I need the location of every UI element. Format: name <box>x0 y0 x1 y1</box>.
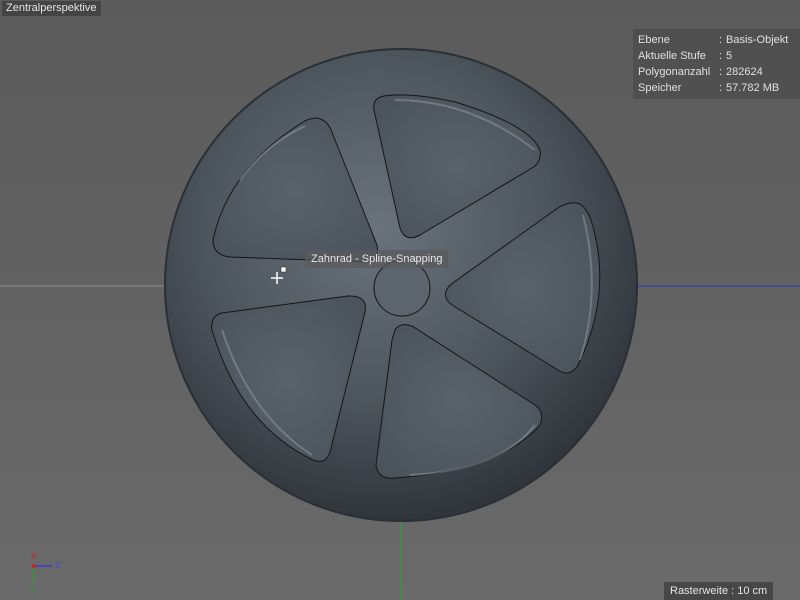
axis-gizmo <box>32 564 52 583</box>
hud-key: Polygonanzahl <box>638 66 711 78</box>
hud-separator: : <box>719 50 723 62</box>
hud-separator: : <box>719 82 723 94</box>
wheel-hub <box>373 259 431 317</box>
hud-separator: : <box>719 66 723 78</box>
hud-value: Basis-Objekt <box>726 34 789 46</box>
viewport[interactable]: X Z Y Zentralperspektive Ebene : Basis-O… <box>0 0 800 600</box>
hud-row-layer: Ebene : Basis-Objekt <box>633 32 800 48</box>
viewport-camera-label[interactable]: Zentralperspektive <box>2 1 101 16</box>
wheel-object <box>164 48 638 522</box>
hud-row-level: Aktuelle Stufe : 5 <box>633 48 800 64</box>
axis-y-label: Y <box>30 587 35 596</box>
hud-info-panel: Ebene : Basis-Objekt Aktuelle Stufe : 5 … <box>633 29 800 99</box>
hud-value: 57.782 MB <box>726 82 780 94</box>
axis-x-label: X <box>31 552 37 561</box>
hud-value: 5 <box>726 50 733 62</box>
grid-spacing-status: Rasterweite : 10 cm <box>664 582 774 600</box>
hud-key: Ebene <box>638 34 670 46</box>
hud-separator: : <box>719 34 723 46</box>
hud-key: Aktuelle Stufe <box>638 50 706 62</box>
hud-value: 282624 <box>726 66 763 78</box>
axis-z-label: Z <box>55 561 61 570</box>
hud-row-memory: Speicher : 57.782 MB <box>633 80 800 96</box>
snap-tooltip: Zahnrad - Spline-Snapping <box>305 250 449 268</box>
hud-key: Speicher <box>638 82 682 94</box>
hud-row-polycount: Polygonanzahl : 282624 <box>633 64 800 80</box>
